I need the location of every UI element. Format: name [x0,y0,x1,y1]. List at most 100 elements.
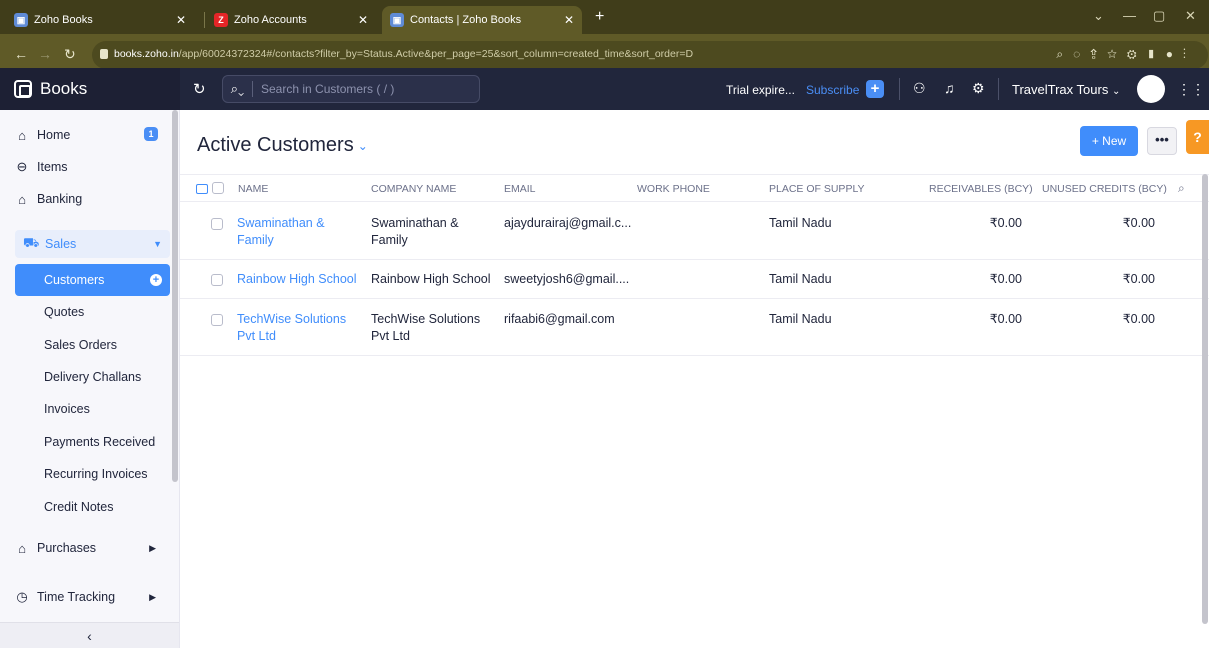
users-icon[interactable]: ⚇ [913,80,926,97]
column-header-name[interactable]: NAME [238,183,268,195]
row-checkbox[interactable] [211,218,223,230]
search-input[interactable] [253,82,473,96]
profile-icon[interactable]: ● [1166,47,1183,61]
customer-name-link[interactable]: TechWise Solutions Pvt Ltd [237,311,346,345]
organization-switcher[interactable]: TravelTrax Tours ⌄ [1012,82,1120,97]
zoom-icon[interactable]: ⌕ [1056,47,1073,61]
table-row[interactable]: Rainbow High School Rainbow High School … [180,260,1209,299]
collapse-sidebar-button[interactable]: ‹ [0,622,179,648]
maximize-icon[interactable]: ▢ [1153,8,1165,24]
reload-icon[interactable]: ↻ [64,46,76,63]
main-scrollbar[interactable] [1202,174,1208,624]
sidebar-subitem-sales-orders[interactable]: Sales Orders [15,329,170,361]
help-button[interactable]: ? [1186,120,1209,154]
row-checkbox[interactable] [211,314,223,326]
settings-gear-icon[interactable]: ⚙ [972,80,985,97]
new-customer-button[interactable]: + New [1080,126,1138,156]
lock-icon [100,49,108,59]
back-icon[interactable]: ← [14,46,28,62]
unused-credits: ₹0.00 [1122,272,1155,286]
column-header-email[interactable]: EMAIL [504,183,536,195]
sidebar-subitem-credit-notes[interactable]: Credit Notes [15,491,170,523]
sidebar-item-purchases[interactable]: ⌂ Purchases ▶ [0,535,172,561]
page-title-text: Active Customers [197,134,354,156]
sidebar-item-items[interactable]: ⊖ Items [0,154,172,180]
column-header-unused-credits[interactable]: UNUSED CREDITS (BCY) [1042,183,1167,195]
items-bag-icon: ⊖ [16,159,28,174]
share-icon[interactable]: ⇪ [1090,47,1107,61]
sidebar-item-home[interactable]: ⌂ Home 1 [0,122,172,148]
zoho-books-favicon: ▣ [14,13,28,27]
table-row[interactable]: Swaminathan & Family Swaminathan & Family … [180,202,1209,260]
sidebar-scrollbar[interactable] [172,110,178,482]
table-search-icon[interactable]: ⌕ [1178,181,1185,196]
sidebar-item-banking[interactable]: ⌂ Banking [0,186,172,212]
sidebar-subitem-customers[interactable]: Customers + [15,264,170,296]
tab-search-chevron-icon[interactable]: ⌄ [1093,8,1104,24]
customer-name-link[interactable]: Rainbow High School [237,271,357,288]
column-settings-icon[interactable] [196,184,208,194]
search-icon[interactable]: ⌕⌄ [223,81,253,97]
sidebar-item-sales[interactable]: ⛟ Sales ▼ [15,230,170,258]
customer-name-link[interactable]: Swaminathan & Family [237,215,325,249]
eye-off-icon[interactable]: ◌ [1073,47,1090,61]
browser-tab[interactable]: Z Zoho Accounts ✕ [206,6,376,34]
minimize-icon[interactable]: — [1123,8,1136,23]
menu-kebab-icon[interactable]: ⋮ [1183,47,1196,61]
sidebar-subitem-label: Payments Received [44,435,156,449]
sidebar-subitem-recurring-invoices[interactable]: Recurring Invoices [15,458,170,490]
column-header-place-of-supply[interactable]: PLACE OF SUPPLY [769,183,865,195]
sidebar-item-label: Time Tracking [37,590,116,604]
browser-tab-active[interactable]: ▣ Contacts | Zoho Books ✕ [382,6,582,34]
recent-activity-icon[interactable]: ↻ [193,80,206,98]
forward-icon[interactable]: → [38,46,52,62]
bank-icon: ⌂ [18,191,26,207]
browser-tab[interactable]: ▣ Zoho Books ✕ [6,6,194,34]
table-row[interactable]: TechWise Solutions Pvt Ltd TechWise Solut… [180,299,1209,356]
brand-logo[interactable]: Books [0,68,180,110]
avatar[interactable] [1137,75,1165,103]
sidebar-subitem-invoices[interactable]: Invoices [15,393,170,425]
tab-title: Zoho Books [34,14,93,26]
sidebar-item-label: Sales [45,237,77,251]
url-text[interactable]: books.zoho.in/app/60024372324#/contacts?… [114,48,934,60]
caret-right-icon: ▶ [149,591,156,602]
sidebar-subitem-label: Quotes [44,305,85,319]
search-box[interactable]: ⌕⌄ [222,75,480,103]
extension-icon[interactable]: ⚙ [1127,47,1147,61]
zoho-books-favicon: ▣ [390,13,404,27]
close-tab-icon[interactable]: ✕ [564,13,574,27]
subscribe-link[interactable]: Subscribe [806,83,859,97]
page-title[interactable]: Active Customers ⌄ [197,134,368,157]
select-all-checkbox[interactable] [212,182,224,194]
receivables: ₹0.00 [989,312,1022,326]
sidebar-subitem-delivery-challans[interactable]: Delivery Challans [15,361,170,393]
column-header-work-phone[interactable]: WORK PHONE [637,183,710,195]
close-window-icon[interactable]: ✕ [1185,8,1196,24]
app-grid-icon[interactable]: ⋮⋮ [1177,81,1205,98]
sidebar-subitem-quotes[interactable]: Quotes [15,296,170,328]
sidebar: ⌂ Home 1 ⊖ Items ⌂ Banking ⛟ Sales ▼ Cus… [0,110,180,648]
browser-tab-strip: ▣ Zoho Books ✕ Z Zoho Accounts ✕ ▣ Conta… [0,0,1209,34]
app-header: Books ↻ ⌕⌄ Trial expire... Subscribe + ⚇… [0,68,1209,110]
close-tab-icon[interactable]: ✕ [176,13,186,27]
column-header-receivables[interactable]: RECEIVABLES (BCY) [929,183,1033,195]
sidebar-subitem-payments-received[interactable]: Payments Received [15,426,170,458]
bookmark-star-icon[interactable]: ☆ [1107,47,1127,61]
chevron-down-icon[interactable]: ⌄ [358,139,368,153]
sidebar-item-time-tracking[interactable]: ◷ Time Tracking ▶ [0,584,172,610]
header-divider [998,78,999,100]
new-tab-icon[interactable]: + [595,9,604,25]
add-customer-icon[interactable]: + [150,274,162,286]
email: sweetyjosh6@gmail.... [504,272,630,286]
sidepanel-icon[interactable]: ▮ [1147,47,1166,61]
more-options-button[interactable]: ••• [1147,127,1177,155]
shopping-bag-icon: ⌂ [18,540,26,556]
column-header-company[interactable]: COMPANY NAME [371,183,456,195]
close-tab-icon[interactable]: ✕ [358,13,368,27]
header-divider [899,78,900,100]
row-checkbox[interactable] [211,274,223,286]
address-bar[interactable]: books.zoho.in/app/60024372324#/contacts?… [92,41,1208,69]
quick-create-button[interactable]: + [866,80,884,98]
bell-icon[interactable]: ♫ [944,80,955,96]
